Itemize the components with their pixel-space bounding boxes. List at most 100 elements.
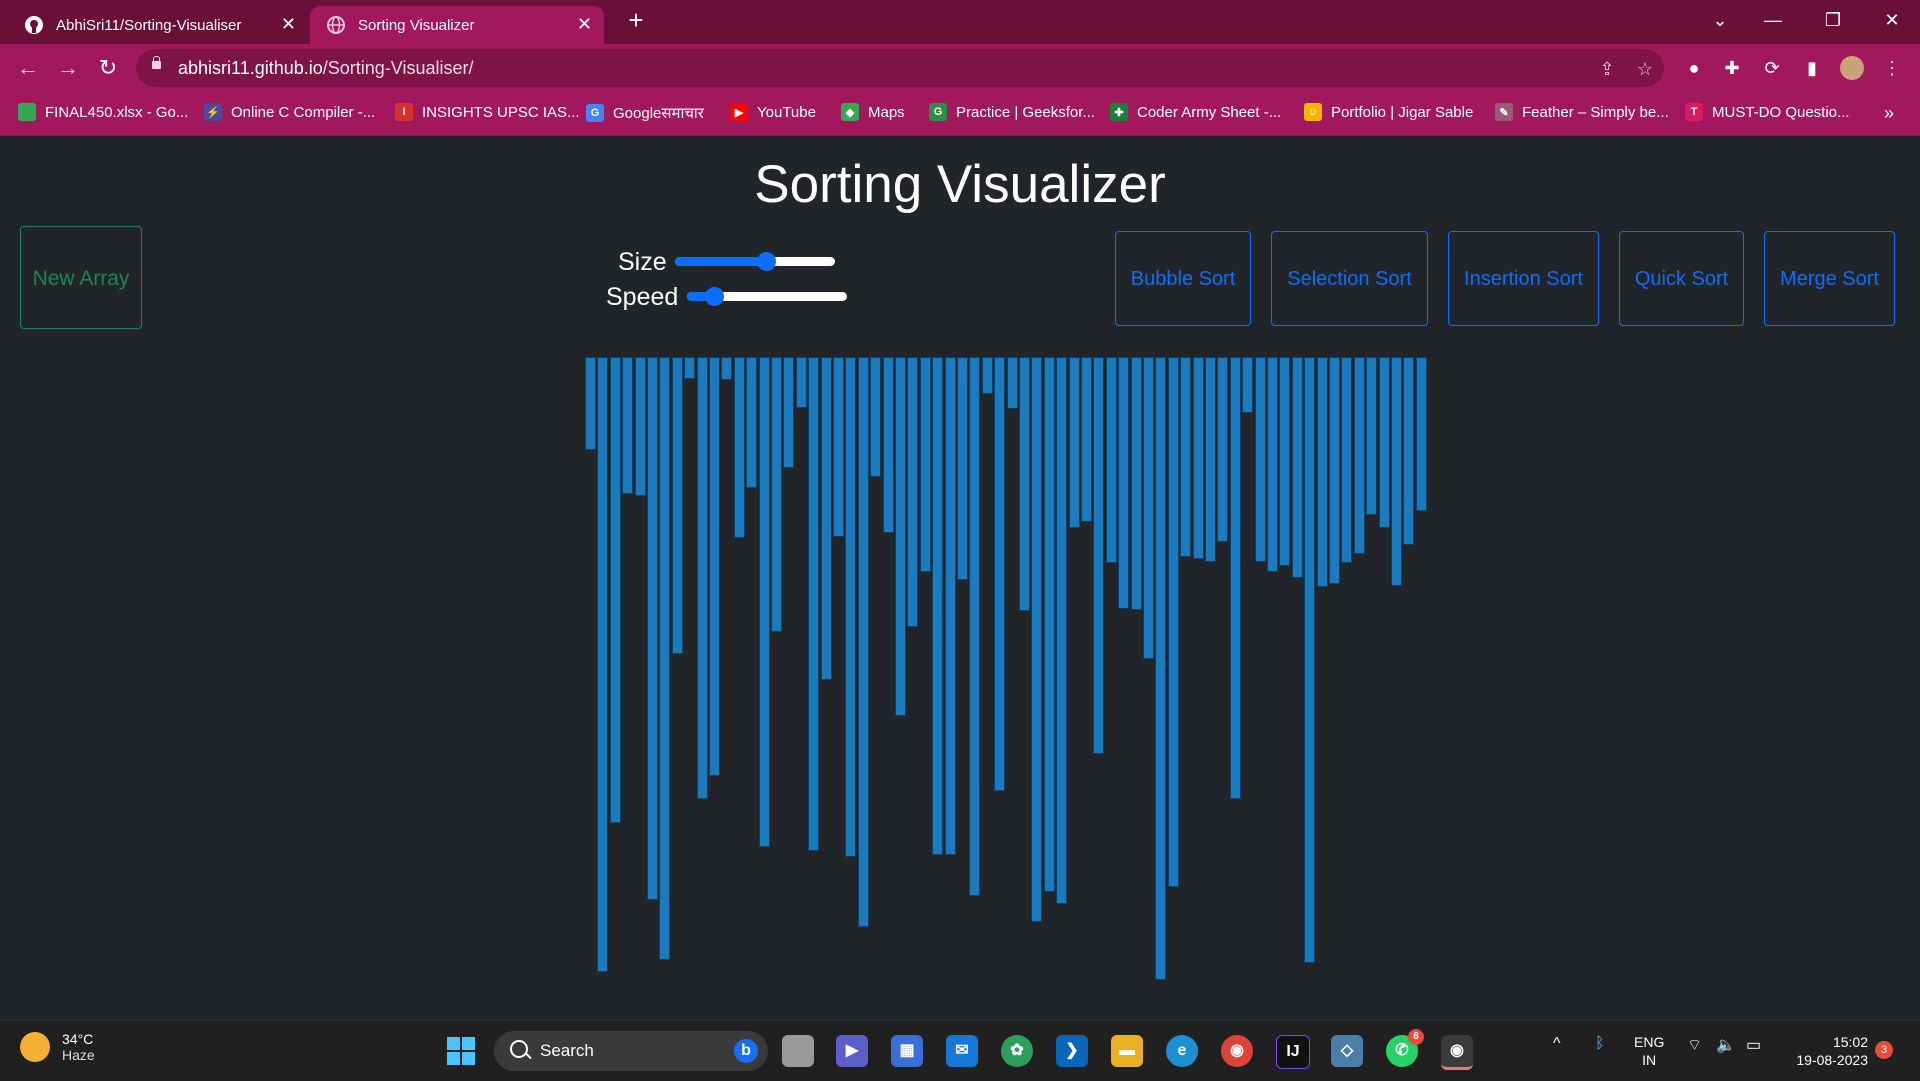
puzzle-icon[interactable]: ✚ (1720, 56, 1744, 80)
bookmark-item[interactable]: G Googleसमाचार (586, 103, 704, 123)
bing-icon[interactable]: b (734, 1039, 758, 1063)
bookmark-item[interactable]: ✎ Feather – Simply be... (1495, 103, 1669, 121)
intellij-icon[interactable]: IJ (1276, 1035, 1310, 1069)
whatsapp-icon[interactable]: ✆ 6 (1386, 1029, 1424, 1067)
edge-icon[interactable]: e (1166, 1035, 1198, 1067)
back-icon[interactable]: ← (12, 52, 44, 84)
bookmarks-overflow-button[interactable]: » (1884, 103, 1894, 124)
insertion-sort-button[interactable]: Insertion Sort (1448, 231, 1599, 326)
array-bar (647, 357, 658, 900)
array-bar (1415, 357, 1427, 511)
array-bar (1217, 357, 1229, 542)
array-bar (994, 357, 1006, 791)
extension-icon[interactable]: ● (1682, 56, 1706, 80)
quick-sort-button[interactable]: Quick Sort (1619, 231, 1744, 326)
bookmark-item[interactable]: ✚ Coder Army Sheet -... (1110, 103, 1281, 121)
array-bar (709, 357, 720, 776)
bookmark-item[interactable]: ▶ YouTube (730, 103, 816, 121)
array-bar (1167, 357, 1179, 887)
close-icon[interactable]: ✕ (577, 15, 592, 33)
taskbar-search[interactable]: Search b (494, 1031, 768, 1071)
array-bar (622, 357, 634, 494)
array-bar (1118, 357, 1130, 609)
store-icon[interactable]: ▦ (891, 1035, 923, 1067)
clock[interactable]: 15:02 19-08-2023 (1782, 1033, 1868, 1069)
sync-icon[interactable]: ⟳ (1760, 56, 1784, 80)
array-bar (671, 357, 683, 654)
array-bar (758, 357, 770, 847)
minimize-icon[interactable]: — (1753, 6, 1793, 34)
bookmark-item[interactable]: ⚡ Online C Compiler -... (204, 103, 375, 121)
array-bars (585, 357, 1427, 980)
teams-chat-icon[interactable]: ▶ (836, 1035, 868, 1067)
restore-icon[interactable]: ❐ (1813, 6, 1853, 34)
array-bar (1304, 357, 1316, 963)
address-bar[interactable]: abhisri11.github.io/Sorting-Visualiser/ … (136, 49, 1664, 87)
size-slider[interactable] (675, 252, 835, 271)
mail-icon[interactable]: ✉ (946, 1035, 978, 1067)
bookmark-item[interactable]: FINAL450.xlsx - Go... (18, 103, 188, 121)
speed-slider-thumb[interactable] (705, 287, 725, 306)
show-hidden-icons-icon[interactable]: ^ (1553, 1035, 1561, 1053)
avatar[interactable] (1840, 56, 1864, 80)
array-bar (1366, 357, 1378, 515)
side-panel-icon[interactable]: ▮ (1800, 56, 1824, 80)
menu-icon[interactable]: ⋮ (1880, 56, 1904, 80)
array-bar (833, 357, 844, 537)
array-bar (857, 357, 869, 927)
array-bar (1143, 357, 1154, 659)
notification-badge[interactable]: 3 (1875, 1041, 1893, 1059)
weather-widget[interactable]: 34°C Haze (20, 1031, 95, 1063)
reload-icon[interactable]: ↻ (92, 52, 124, 84)
bubble-sort-button[interactable]: Bubble Sort (1115, 231, 1251, 326)
share-icon[interactable]: ⇪ (1596, 58, 1618, 80)
bookmark-item[interactable]: T MUST-DO Questio... (1685, 103, 1850, 121)
new-array-button[interactable]: New Array (20, 226, 142, 329)
geeksforgeeks-icon: G (929, 103, 947, 121)
array-bar (1316, 357, 1328, 587)
language-indicator[interactable]: ENG IN (1634, 1033, 1664, 1069)
openai-icon[interactable]: ✿ (1001, 1035, 1033, 1067)
new-tab-button[interactable]: + (622, 6, 650, 34)
merge-sort-button[interactable]: Merge Sort (1764, 231, 1895, 326)
file-explorer-icon[interactable]: ▬ (1111, 1035, 1143, 1067)
speed-label: Speed (606, 283, 679, 311)
page-title: Sorting Visualizer (754, 155, 1166, 214)
array-bar (585, 357, 596, 450)
youtube-icon: ▶ (730, 103, 748, 121)
vscode-icon[interactable]: ❯ (1056, 1035, 1088, 1067)
array-bar (1093, 357, 1105, 754)
bookmark-item[interactable]: ◆ Maps (841, 103, 905, 121)
chrome-icon[interactable]: ◉ (1441, 1035, 1473, 1070)
wifi-icon[interactable]: ⌔ (1687, 1035, 1702, 1055)
star-icon[interactable]: ☆ (1634, 58, 1656, 80)
maps-icon: ◆ (841, 103, 859, 121)
array-bar (1205, 357, 1216, 562)
weather-condition: Haze (62, 1047, 95, 1063)
array-bar (944, 357, 956, 855)
array-bar (1006, 357, 1018, 409)
forward-icon[interactable]: → (52, 52, 84, 84)
browser-toolbar: ← → ↻ abhisri11.github.io/Sorting-Visual… (0, 44, 1920, 92)
size-slider-thumb[interactable] (757, 252, 777, 271)
battery-icon[interactable]: ▭ (1746, 1035, 1761, 1055)
close-icon[interactable]: ✕ (281, 15, 296, 33)
task-view-icon[interactable] (782, 1035, 814, 1067)
close-window-icon[interactable]: ✕ (1872, 6, 1912, 34)
haze-icon (20, 1032, 50, 1062)
tab-github[interactable]: AbhiSri11/Sorting-Visualiser ✕ (8, 6, 308, 44)
selection-sort-button[interactable]: Selection Sort (1271, 231, 1428, 326)
bookmark-item[interactable]: I INSIGHTS UPSC IAS... (395, 103, 580, 121)
chrome-profile-icon[interactable]: ◉ (1221, 1035, 1253, 1067)
start-button[interactable] (447, 1037, 475, 1065)
bookmark-item[interactable]: G Practice | Geeksfor... (929, 103, 1095, 121)
array-bar (808, 357, 820, 851)
speed-slider[interactable] (687, 287, 847, 306)
tab-sorting-visualizer[interactable]: Sorting Visualizer ✕ (310, 6, 604, 44)
volume-icon[interactable]: 🔈 (1716, 1035, 1736, 1055)
tab-search-icon[interactable]: ⌄ (1700, 6, 1740, 34)
bluetooth-icon[interactable]: ᛒ (1595, 1035, 1605, 1053)
mysql-workbench-icon[interactable]: ◇ (1331, 1035, 1363, 1067)
bookmark-item[interactable]: ☺ Portfolio | Jigar Sable (1304, 103, 1473, 121)
array-bar (1403, 357, 1415, 545)
